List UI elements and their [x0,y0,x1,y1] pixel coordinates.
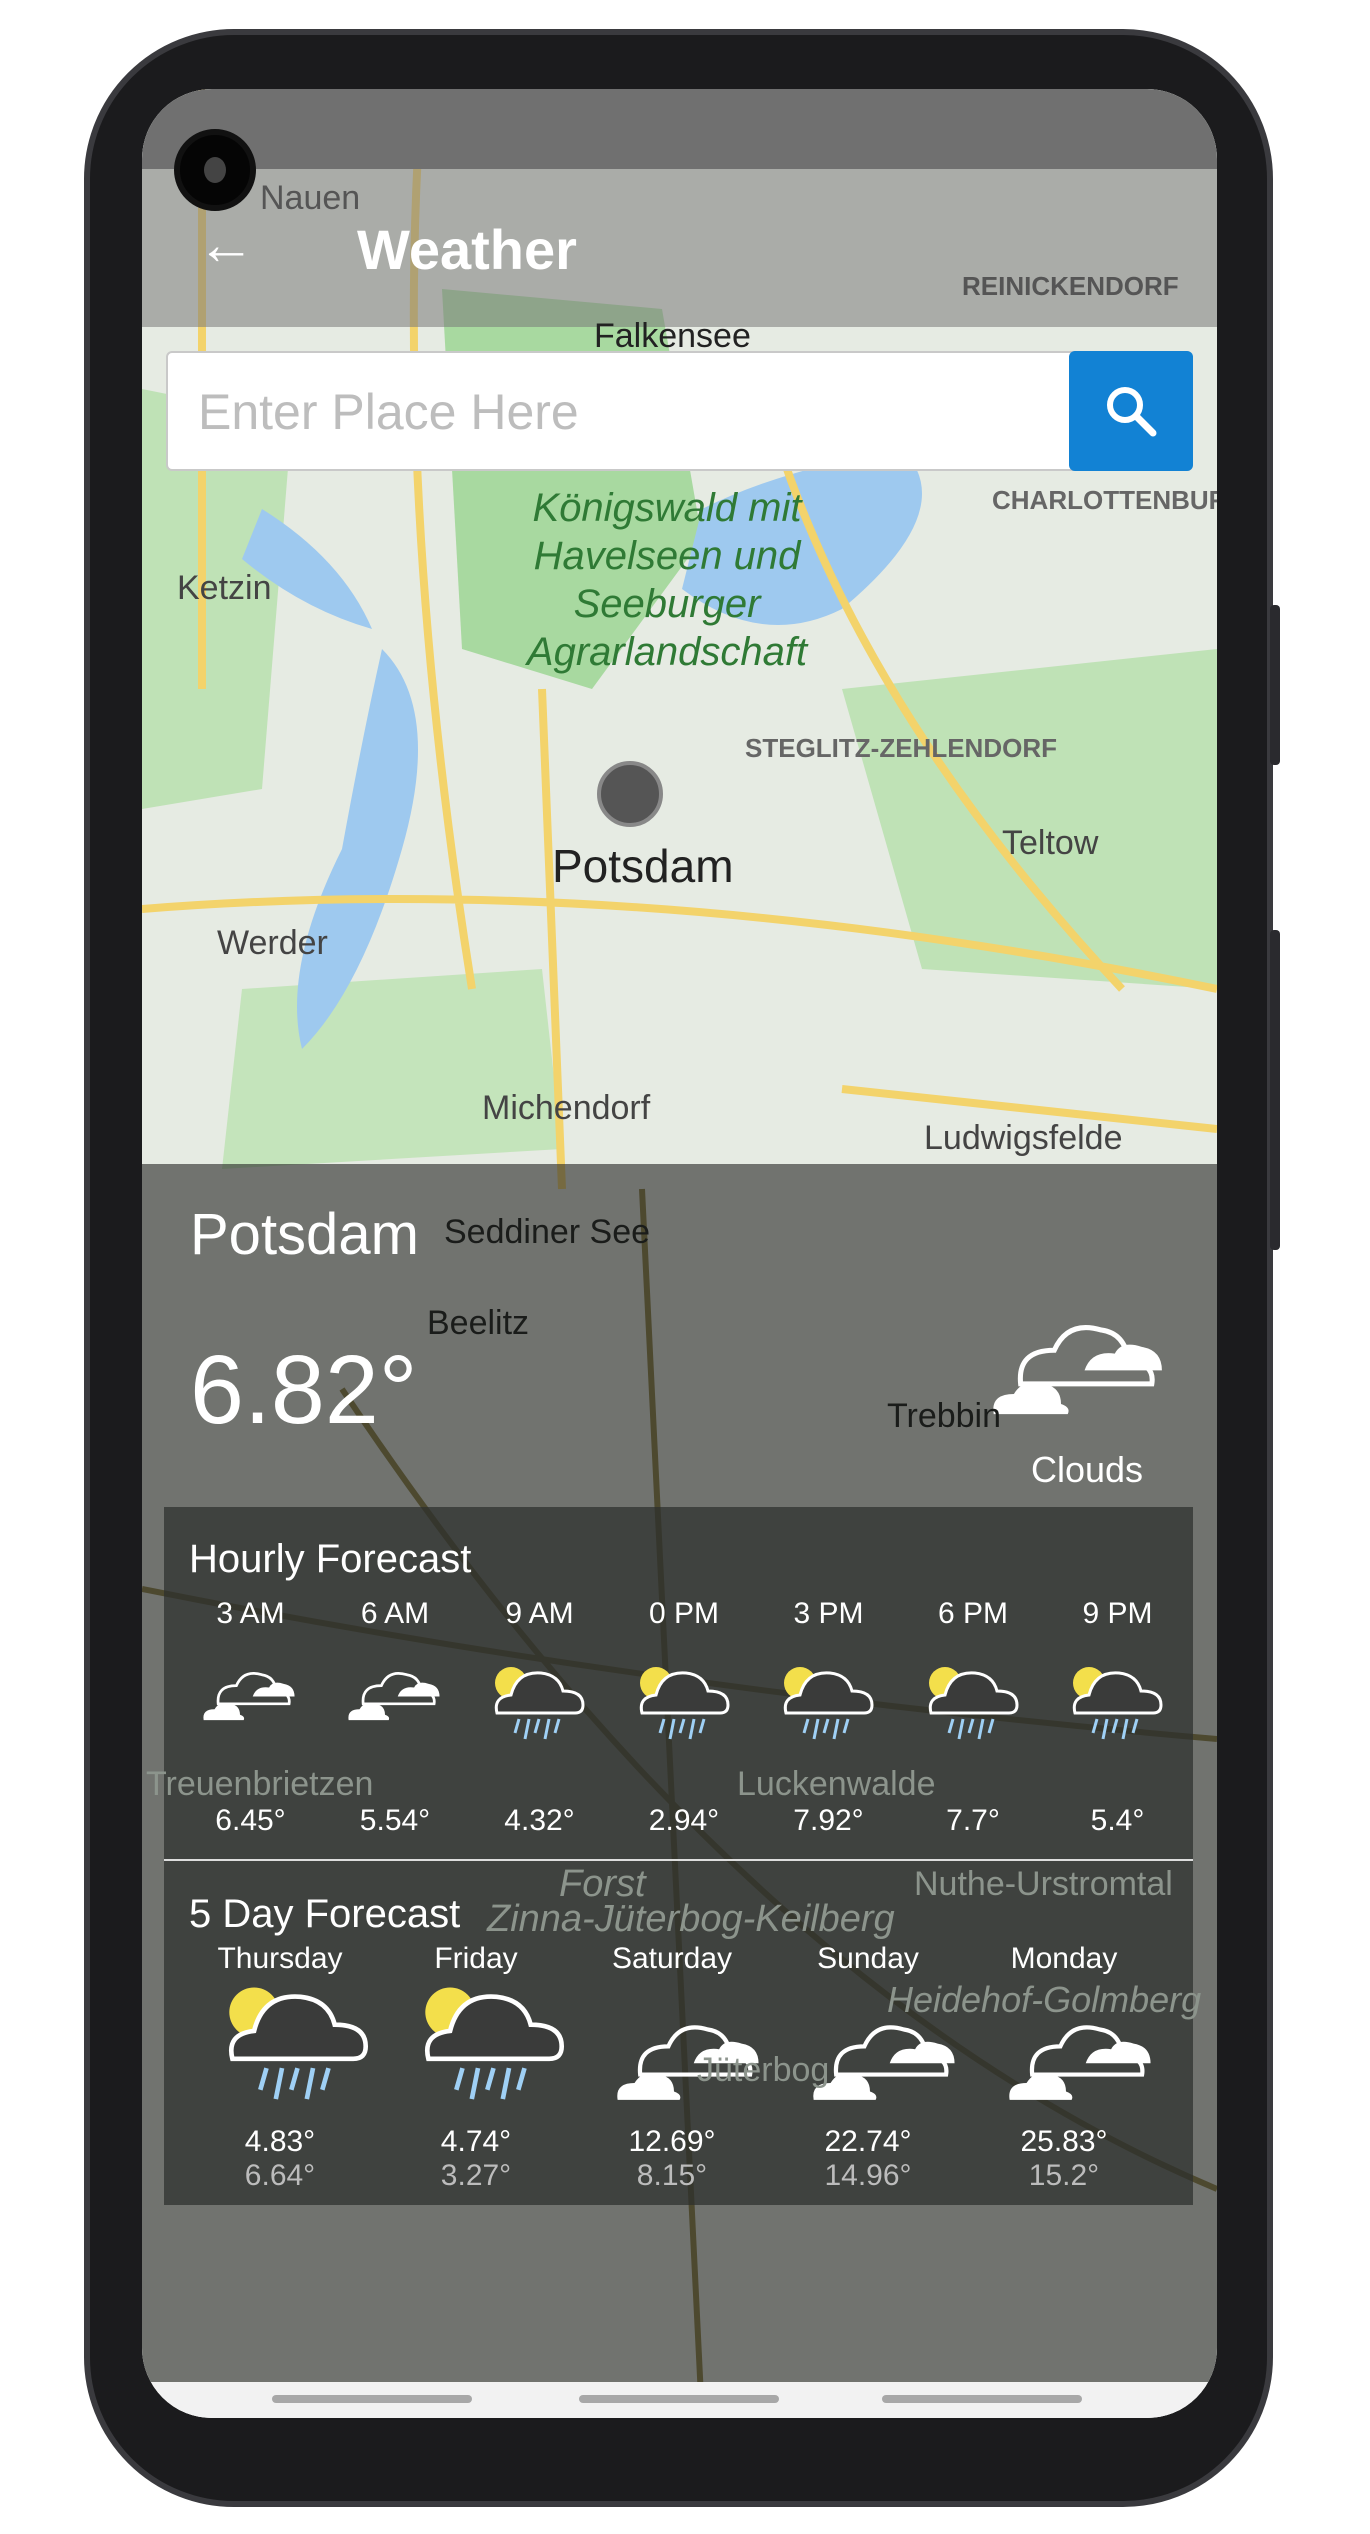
hourly-icon [1067,1657,1167,1752]
day-icon [808,2002,963,2116]
volume-button [1270,605,1280,765]
clouds-icon [813,2025,955,2100]
hourly-temp: 2.94° [648,1804,720,1837]
hourly-forecast-title: Hourly Forecast [189,1537,472,1581]
current-temperature: 6.82° [190,1335,418,1444]
forecast-panel: Hourly Forecast 3 AM 6.45° 6 AM 5.54° 9 AM… [164,1507,1193,2205]
nav-recents-button[interactable] [882,2395,1082,2403]
hourly-icon [778,1657,878,1752]
day-name: Saturday [611,1942,733,1975]
hourly-temp: 7.7° [946,1804,1000,1837]
day-name: Monday [1010,1942,1118,1975]
hourly-time: 9 PM [1082,1597,1153,1630]
day-icon [220,1972,375,2117]
nav-back-button[interactable] [272,2395,472,2403]
rain-cloud-icon [639,1667,730,1740]
day-name: Sunday [817,1942,919,1975]
rain-cloud-icon [494,1667,585,1740]
hourly-icon [923,1657,1023,1752]
page-title: Weather [357,218,577,281]
toolbar [142,169,1217,327]
day-min-temp: 15.2° [1028,2159,1100,2192]
clouds-icon [1009,2025,1151,2100]
day-max-temp: 4.83° [244,2125,316,2158]
search-icon [1107,387,1157,437]
hourly-time: 6 PM [937,1597,1009,1630]
hourly-time: 6 AM [360,1597,430,1630]
rain-cloud-icon [1072,1667,1163,1740]
nav-home-button[interactable] [579,2395,779,2403]
screen: ← Weather Potsdam 6.82° Clouds Hourly Fo… [142,89,1217,2418]
hourly-temp: 6.45° [215,1804,286,1837]
search-bar [166,351,1193,471]
hourly-temp: 4.32° [504,1804,575,1837]
place-search-input[interactable] [198,373,1048,451]
hourly-temp: 7.92° [793,1804,864,1837]
divider [164,1859,1193,1861]
condition-label: Clouds [1030,1449,1144,1490]
search-button[interactable] [1069,351,1193,471]
hourly-time: 0 PM [648,1597,720,1630]
back-arrow-icon[interactable]: ← [197,215,257,275]
day-icon [1004,2002,1159,2116]
day-name: Friday [434,1942,518,1975]
clouds-icon [617,2025,759,2100]
day-icon [612,2002,767,2116]
front-camera [174,129,256,211]
day-icon [416,1972,571,2117]
day-min-temp: 6.64° [244,2159,316,2192]
day-max-temp: 4.74° [440,2125,512,2158]
hourly-time: 3 PM [793,1597,864,1630]
status-bar [142,89,1217,169]
hourly-icon [489,1657,589,1752]
rain-cloud-icon [229,1987,369,2100]
hourly-icon [345,1657,445,1732]
city-name: Potsdam [190,1202,419,1267]
hourly-time: 3 AM [216,1597,285,1630]
power-button [1270,930,1280,1250]
clouds-icon [347,1672,440,1721]
map-pin-icon[interactable] [597,761,663,827]
day-max-temp: 12.69° [628,2125,716,2158]
rain-cloud-icon [425,1987,565,2100]
clouds-icon [203,1672,295,1721]
day-max-temp: 25.83° [1020,2125,1108,2158]
hourly-temp: 5.54° [359,1804,431,1837]
day-min-temp: 14.96° [824,2159,912,2192]
hourly-temp: 5.4° [1090,1804,1145,1837]
hourly-time: 9 AM [505,1597,574,1630]
day-name: Thursday [217,1942,343,1975]
hourly-icon [200,1657,300,1732]
day-min-temp: 8.15° [636,2159,708,2192]
day-max-temp: 22.74° [824,2125,912,2158]
daily-forecast-title: 5 Day Forecast [189,1892,461,1936]
rain-cloud-icon [928,1667,1019,1740]
day-min-temp: 3.27° [440,2159,512,2192]
navigation-bar [142,2382,1217,2418]
hourly-icon [634,1657,734,1752]
clouds-icon [993,1325,1162,1415]
rain-cloud-icon [783,1667,874,1740]
